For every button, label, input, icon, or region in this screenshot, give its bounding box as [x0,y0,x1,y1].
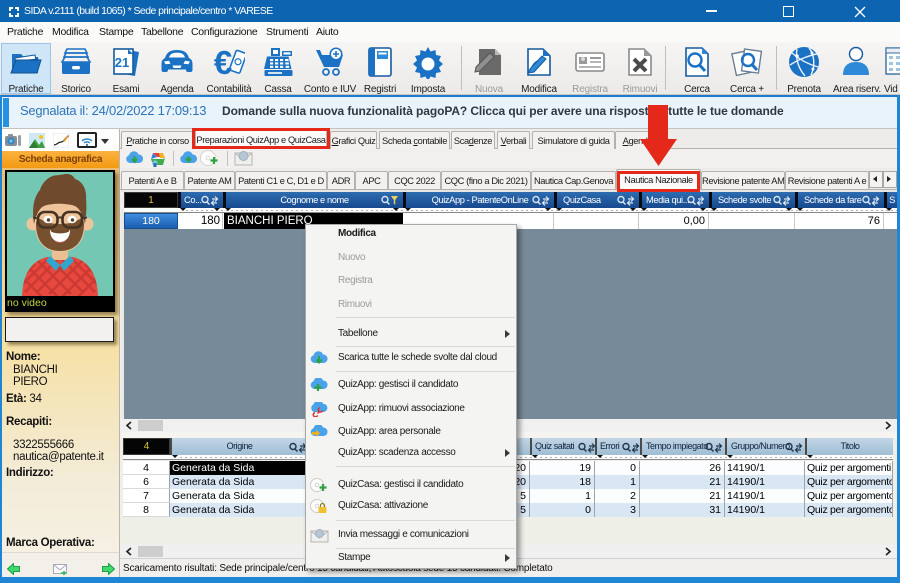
svg-text:€: € [214,45,232,79]
svg-text:21: 21 [115,55,129,70]
